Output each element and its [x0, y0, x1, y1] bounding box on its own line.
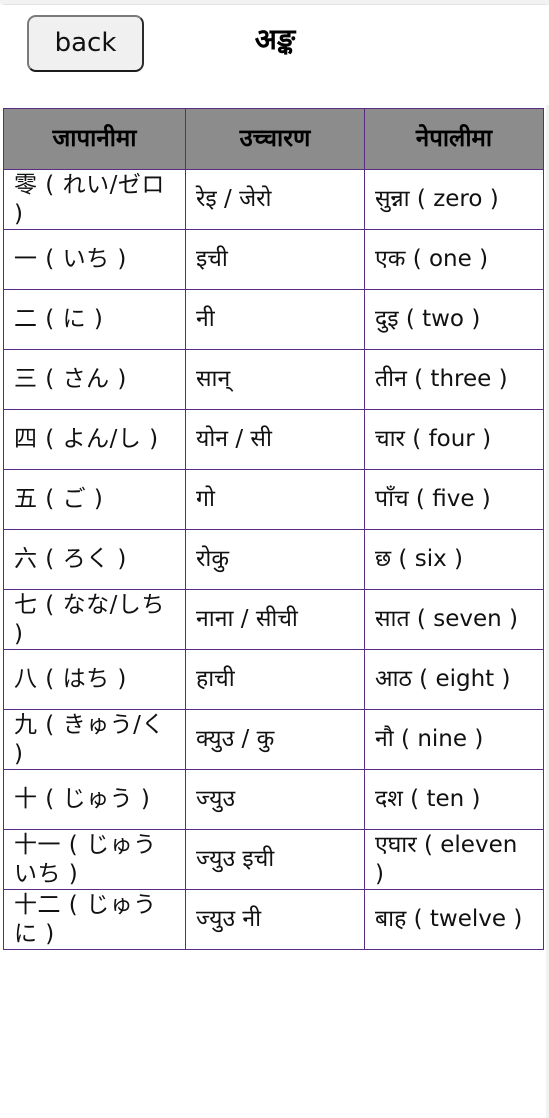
table-row: 十二 ( じゅうに ) ज्युउ नी बाह ( twelve ): [3, 889, 544, 950]
cell-pronunciation: ज्युउ इची: [185, 829, 365, 890]
cell-pronunciation: नी: [185, 289, 365, 350]
cell-pronunciation: क्युउ / कु: [185, 709, 365, 770]
numbers-table-container: जापानीमा उच्चारण नेपालीमा 零 ( れい/ゼロ ) रेइ…: [3, 108, 546, 950]
cell-pronunciation: नाना / सीची: [185, 589, 365, 650]
table-row: 六 ( ろく ) रोकु छ ( six ): [3, 529, 544, 590]
table-row: 一 ( いち ) इची एक ( one ): [3, 229, 544, 290]
cell-nepali: एघार ( eleven ): [364, 829, 544, 890]
cell-pronunciation: योन / सी: [185, 409, 365, 470]
table-row: 零 ( れい/ゼロ ) रेइ / जेरो सुन्ना ( zero ): [3, 169, 544, 230]
cell-pronunciation: रोकु: [185, 529, 365, 590]
column-header-pronunciation: उच्चारण: [185, 108, 365, 170]
cell-nepali: दुइ ( two ): [364, 289, 544, 350]
cell-nepali: बाह ( twelve ): [364, 889, 544, 950]
cell-japanese: 三 ( さん ): [3, 349, 186, 410]
cell-nepali: एक ( one ): [364, 229, 544, 290]
cell-japanese: 一 ( いち ): [3, 229, 186, 290]
cell-nepali: दश ( ten ): [364, 769, 544, 830]
table-header-row: जापानीमा उच्चारण नेपालीमा: [3, 108, 544, 170]
cell-pronunciation: रेइ / जेरो: [185, 169, 365, 230]
cell-pronunciation: सान्: [185, 349, 365, 410]
cell-nepali: आठ ( eight ): [364, 649, 544, 710]
table-row: 三 ( さん ) सान् तीन ( three ): [3, 349, 544, 410]
table-row: 八 ( はち ) हाची आठ ( eight ): [3, 649, 544, 710]
cell-nepali: चार ( four ): [364, 409, 544, 470]
table-row: 二 ( に ) नी दुइ ( two ): [3, 289, 544, 350]
table-row: 九 ( きゅう/く ) क्युउ / कु नौ ( nine ): [3, 709, 544, 770]
cell-japanese: 六 ( ろく ): [3, 529, 186, 590]
numbers-table: जापानीमा उच्चारण नेपालीमा 零 ( れい/ゼロ ) रेइ…: [3, 108, 544, 950]
column-header-japanese: जापानीमा: [3, 108, 186, 170]
page-title: अङ्क: [254, 22, 296, 56]
cell-nepali: सुन्ना ( zero ): [364, 169, 544, 230]
cell-japanese: 七 ( なな/しち ): [3, 589, 186, 650]
cell-pronunciation: ज्युउ नी: [185, 889, 365, 950]
cell-japanese: 零 ( れい/ゼロ ): [3, 169, 186, 230]
cell-pronunciation: हाची: [185, 649, 365, 710]
cell-pronunciation: इची: [185, 229, 365, 290]
cell-japanese: 五 ( ご ): [3, 469, 186, 530]
cell-pronunciation: ज्युउ: [185, 769, 365, 830]
app-page: back अङ्क जापानीमा उच्चारण नेपालीमा 零 ( …: [0, 0, 549, 1118]
cell-nepali: तीन ( three ): [364, 349, 544, 410]
table-header: जापानीमा उच्चारण नेपालीमा: [3, 108, 544, 170]
cell-japanese: 四 ( よん/し ): [3, 409, 186, 470]
cell-nepali: नौ ( nine ): [364, 709, 544, 770]
table-row: 四 ( よん/し ) योन / सी चार ( four ): [3, 409, 544, 470]
table-row: 十一 ( じゅういち ) ज्युउ इची एघार ( eleven ): [3, 829, 544, 890]
column-header-nepali: नेपालीमा: [364, 108, 544, 170]
table-row: 十 ( じゅう ) ज्युउ दश ( ten ): [3, 769, 544, 830]
table-body: 零 ( れい/ゼロ ) रेइ / जेरो सुन्ना ( zero ) 一 ( …: [3, 169, 544, 950]
back-button[interactable]: back: [27, 15, 144, 72]
cell-japanese: 十二 ( じゅうに ): [3, 889, 186, 950]
cell-nepali: सात ( seven ): [364, 589, 544, 650]
cell-pronunciation: गो: [185, 469, 365, 530]
table-row: 五 ( ご ) गो पाँच ( five ): [3, 469, 544, 530]
cell-japanese: 九 ( きゅう/く ): [3, 709, 186, 770]
cell-japanese: 十 ( じゅう ): [3, 769, 186, 830]
cell-nepali: पाँच ( five ): [364, 469, 544, 530]
cell-japanese: 二 ( に ): [3, 289, 186, 350]
cell-nepali: छ ( six ): [364, 529, 544, 590]
header-bar: back अङ्क: [0, 5, 549, 105]
table-row: 七 ( なな/しち ) नाना / सीची सात ( seven ): [3, 589, 544, 650]
cell-japanese: 十一 ( じゅういち ): [3, 829, 186, 890]
cell-japanese: 八 ( はち ): [3, 649, 186, 710]
